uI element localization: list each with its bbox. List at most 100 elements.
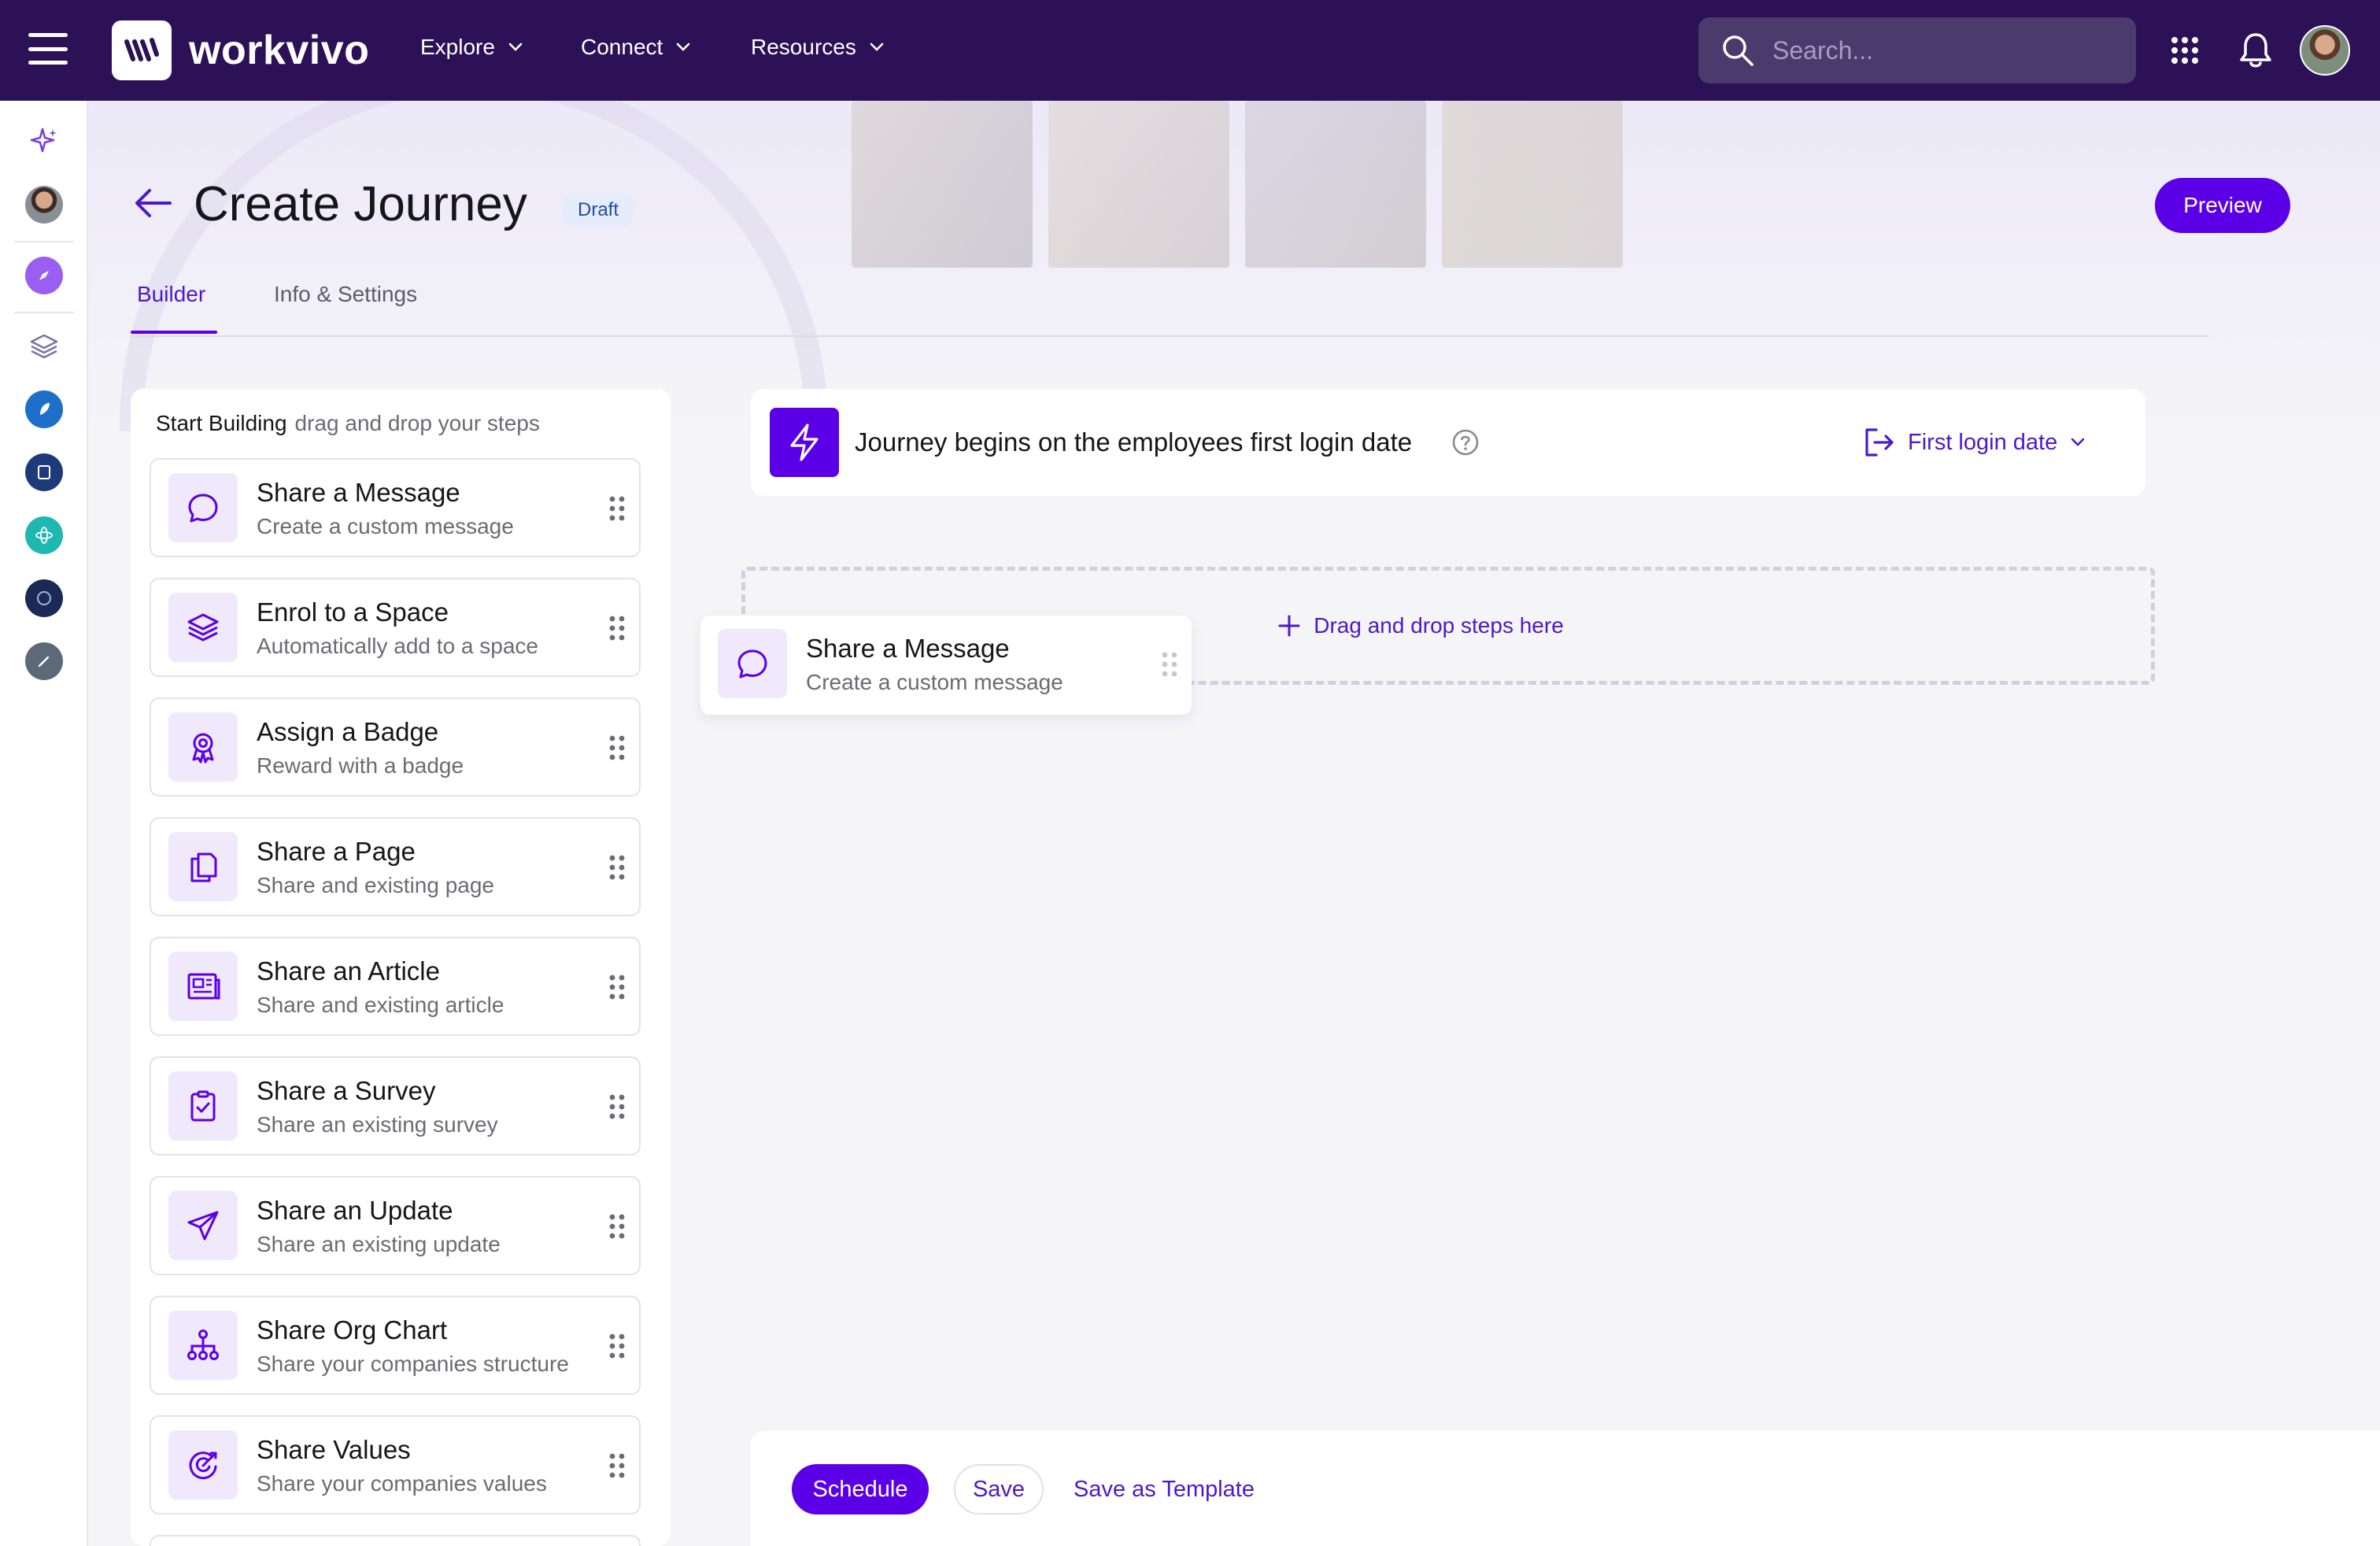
save-as-template-button[interactable]: Save as Template [1074,1464,1255,1515]
step-title: Share a Survey [257,1076,436,1105]
back-arrow-icon[interactable] [132,186,173,220]
chevron-down-icon [508,43,523,51]
panel-heading-title: Start Building [156,411,287,435]
search-box[interactable] [1698,17,2136,83]
status-badge: Draft [564,194,634,227]
space-atom-icon[interactable] [25,516,63,554]
space-pen-icon[interactable] [25,642,63,680]
nav-resources-label: Resources [751,35,856,59]
step-subtitle: Share an existing update [257,1232,501,1256]
step-card-assign-badge[interactable]: Assign a Badge Reward with a badge [150,697,641,797]
nav-connect-label: Connect [581,35,663,59]
sparkle-icon[interactable] [25,123,63,161]
step-title: Enrol to a Space [257,597,449,627]
login-icon [1865,428,1894,457]
left-rail [0,101,88,1546]
dragging-step-card[interactable]: Share a Message Create a custom message [700,616,1192,715]
space-feather-icon[interactable] [25,390,63,428]
survey-clipboard-icon [168,1071,238,1141]
step-title: Share a Message [806,634,1010,663]
help-question-icon[interactable] [1451,428,1480,457]
search-input[interactable] [1772,35,2119,65]
step-title: Share Org Chart [257,1315,448,1344]
schedule-button[interactable]: Schedule [792,1464,929,1515]
nav-explore[interactable]: Explore [420,35,523,60]
drag-handle-icon[interactable] [609,735,625,760]
steps-panel: Start Building drag and drop your steps S… [131,389,671,1546]
step-title: Assign a Badge [257,717,439,746]
logo-text[interactable]: workvivo [189,24,369,77]
drag-handle-icon[interactable] [1162,652,1177,677]
space-emblem-icon[interactable] [25,579,63,617]
drag-handle-icon[interactable] [609,1333,625,1359]
nav-resources[interactable]: Resources [751,35,885,60]
step-card-share-values[interactable]: Share Values Share your companies values [150,1415,641,1515]
layers-icon[interactable] [25,327,63,365]
dropzone-label: Drag and drop steps here [1277,613,1564,638]
page-icon [168,832,238,901]
step-card-share-survey[interactable]: Share a Survey Share an existing survey [150,1056,641,1156]
banner-photo [1442,101,1623,268]
trigger-description: Journey begins on the employees first lo… [855,427,1413,457]
drag-handle-icon[interactable] [609,975,625,1000]
drag-handle-icon[interactable] [609,1453,625,1478]
step-subtitle: Create a custom message [257,514,514,538]
compass-icon[interactable] [25,257,63,294]
step-card-share-page[interactable]: Share a Page Share and existing page [150,817,641,916]
drag-handle-icon[interactable] [609,855,625,880]
space-book-icon[interactable] [25,453,63,491]
rail-divider [14,241,74,242]
step-subtitle: Share an existing survey [257,1112,498,1137]
step-card-share-update[interactable]: Share an Update Share an existing update [150,1176,641,1275]
lightning-bolt-icon [770,408,839,477]
step-card-share-message[interactable]: Share a Message Create a custom message [150,458,641,557]
step-subtitle: Create a custom message [806,670,1063,694]
chevron-down-icon [2071,438,2085,446]
drag-handle-icon[interactable] [609,616,625,641]
nav-explore-label: Explore [420,35,495,59]
tab-info-settings[interactable]: Info & Settings [274,280,417,309]
drag-handle-icon[interactable] [609,1094,625,1119]
chevron-down-icon [870,43,884,51]
step-subtitle: Share and existing article [257,993,504,1017]
step-card-enrol-space[interactable]: Enrol to a Space Automatically add to a … [150,578,641,677]
step-card-partial[interactable] [150,1535,641,1546]
step-subtitle: Share your companies structure [257,1352,569,1376]
apps-grid-icon[interactable] [2171,36,2199,65]
step-subtitle: Automatically add to a space [257,634,538,658]
rail-divider [14,312,74,313]
step-title: Share an Update [257,1196,453,1225]
tabs-divider [131,335,2208,337]
hamburger-menu-icon[interactable] [28,33,68,65]
page-title: Create Journey [194,177,527,231]
journey-trigger-card: Journey begins on the employees first lo… [751,389,2145,496]
article-icon [168,952,238,1021]
trigger-date-select[interactable]: First login date [1862,422,2086,463]
chevron-down-icon [676,43,690,51]
paper-plane-icon [168,1191,238,1260]
active-tab-indicator [131,331,217,334]
preview-button[interactable]: Preview [2155,178,2290,233]
drag-handle-icon[interactable] [609,496,625,521]
panel-heading-hint: drag and drop your steps [294,411,540,435]
header-banner [88,101,2380,431]
save-button[interactable]: Save [954,1464,1044,1515]
banner-photo [1245,101,1426,268]
workvivo-logo-icon[interactable] [112,20,172,80]
step-subtitle: Reward with a badge [257,753,464,778]
step-card-share-article[interactable]: Share an Article Share and existing arti… [150,937,641,1036]
trigger-select-value: First login date [1908,429,2058,455]
action-footer: Schedule Save Save as Template [751,1431,2380,1546]
nav-connect[interactable]: Connect [581,35,691,60]
message-bubble-icon [718,629,787,698]
drag-handle-icon[interactable] [609,1214,625,1239]
step-title: Share Values [257,1435,411,1464]
user-avatar[interactable] [2300,25,2350,76]
notification-bell-icon[interactable] [2238,31,2273,69]
profile-avatar-icon[interactable] [25,186,63,224]
step-card-share-org-chart[interactable]: Share Org Chart Share your companies str… [150,1296,641,1395]
panel-heading: Start Building drag and drop your steps [156,409,540,438]
decorative-arc [120,101,828,431]
badge-icon [168,712,238,782]
tab-builder[interactable]: Builder [137,280,205,309]
